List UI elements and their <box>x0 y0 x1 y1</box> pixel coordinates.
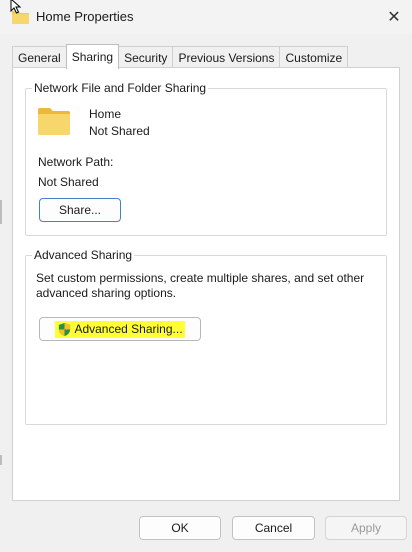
advanced-sharing-description: Set custom permissions, create multiple … <box>36 271 365 300</box>
tab-customize[interactable]: Customize <box>279 46 349 69</box>
tab-security[interactable]: Security <box>118 46 174 69</box>
tab-previous-versions[interactable]: Previous Versions <box>172 46 281 69</box>
window-edge-artifact <box>0 200 2 224</box>
tab-strip: General Sharing Security Previous Versio… <box>12 44 349 69</box>
shield-icon <box>59 322 71 336</box>
cursor-icon <box>10 0 22 14</box>
ok-button[interactable]: OK <box>139 516 221 540</box>
highlighted-button-content: Advanced Sharing... <box>55 320 185 338</box>
apply-button[interactable]: Apply <box>325 516 407 540</box>
advanced-sharing-group: Advanced Sharing Set custom permissions,… <box>25 248 387 425</box>
tab-sharing[interactable]: Sharing <box>65 44 120 69</box>
close-icon: ✕ <box>387 9 401 26</box>
network-path-value: Not Shared <box>38 175 99 189</box>
window-title: Home Properties <box>36 9 134 24</box>
share-button[interactable]: Share... <box>39 198 121 222</box>
network-sharing-title: Network File and Folder Sharing <box>32 81 209 95</box>
folder-share-status: Not Shared <box>89 124 150 138</box>
network-path-label: Network Path: <box>38 155 114 169</box>
folder-icon <box>38 108 70 135</box>
window-edge-artifact <box>0 455 2 465</box>
advanced-sharing-title: Advanced Sharing <box>32 248 135 262</box>
folder-name: Home <box>89 107 122 121</box>
cancel-button[interactable]: Cancel <box>232 516 315 540</box>
close-button[interactable]: ✕ <box>376 0 412 34</box>
advanced-sharing-label: Advanced Sharing... <box>74 322 183 336</box>
advanced-sharing-button[interactable]: Advanced Sharing... <box>39 317 201 341</box>
tab-general[interactable]: General <box>12 46 67 69</box>
sharing-panel: Network File and Folder Sharing Home Not… <box>12 67 400 501</box>
network-sharing-group: Network File and Folder Sharing Home Not… <box>25 81 387 236</box>
title-bar: Home Properties ✕ <box>0 0 412 34</box>
